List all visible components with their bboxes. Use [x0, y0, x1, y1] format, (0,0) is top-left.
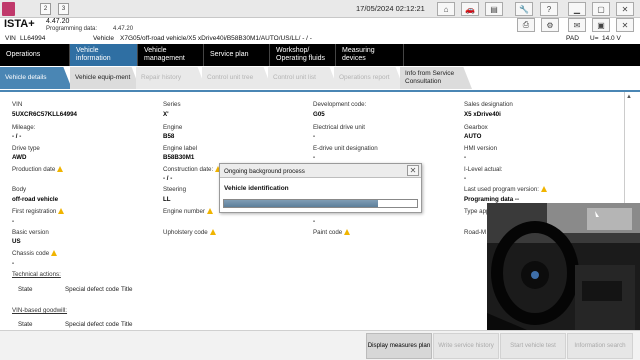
column-header-title[interactable]: Title [121, 286, 132, 293]
column-header-title[interactable]: Title [121, 321, 132, 328]
warning-icon [51, 250, 58, 256]
chassis-code-label: Chassis code [12, 250, 58, 257]
app-header: ISTA+ 4.47.20 Programming data: 4.47.20 ⎙… [0, 18, 640, 34]
tab-vehicle-information[interactable]: Vehicle information [70, 44, 138, 66]
column-header-defect-code[interactable]: Special defect code [65, 321, 119, 328]
vin-full: 5UXCR6C57KLL64994 [12, 111, 77, 118]
subtab-vehicle-equipment[interactable]: Vehicle equip-ment [70, 67, 140, 89]
vehicle-summary: X7G05/off-road vehicle/X5 xDrive40i/B58B… [120, 35, 312, 42]
scroll-up-icon[interactable]: ▲ [626, 94, 632, 100]
settings-icon[interactable]: ⚙ [541, 18, 559, 32]
construction-date-label: Construction date: [163, 166, 222, 173]
column-header-state[interactable]: State [18, 286, 32, 293]
close-icon[interactable]: ✕ [616, 2, 634, 16]
tab-workshop-fluids[interactable]: Workshop/ Operating fluids [270, 44, 336, 66]
wrench-icon[interactable]: 🔧 [515, 2, 533, 16]
programming-data: Programming data: 4.47.20 [46, 26, 134, 32]
information-search-button[interactable]: Information search [567, 333, 633, 359]
tab-vehicle-management[interactable]: Vehicle management [138, 44, 204, 66]
screenshot-icon[interactable]: ▣ [592, 18, 610, 32]
engine-number-label: Engine number [163, 208, 213, 215]
tab-operations[interactable]: Operations [0, 44, 70, 66]
car-icon[interactable]: 🚗 [461, 2, 479, 16]
process-label: Vehicle identification [224, 185, 289, 192]
write-service-history-button[interactable]: Write service history [433, 333, 499, 359]
mail-icon[interactable]: ✉ [568, 18, 586, 32]
subtab-control-unit-list[interactable]: Control unit list [268, 67, 338, 89]
title-bar: 2 3 17/05/2024 02:12:21 ⌂ 🚗 ▤ 🔧 ? ▁ ▢ ✕ [0, 0, 640, 18]
action-bar: Display measures plan Write service hist… [0, 330, 640, 360]
car-interior-image [487, 203, 640, 330]
background-process-dialog: Ongoing background process ✕ Vehicle ide… [219, 163, 422, 213]
warning-icon [58, 208, 65, 214]
progress-bar [223, 199, 418, 208]
maximize-icon[interactable]: ▢ [592, 2, 610, 16]
display-measures-plan-button[interactable]: Display measures plan [366, 333, 432, 359]
subtab-service-consultation[interactable]: Info from Service Consultation [400, 67, 472, 89]
warning-icon [57, 166, 64, 172]
subtab-operations-report[interactable]: Operations report [334, 67, 404, 89]
warning-icon [206, 208, 213, 214]
camera-overlay-image [487, 203, 640, 330]
close-icon[interactable]: ✕ [407, 165, 419, 176]
production-date-label: Production date [12, 166, 64, 173]
subtab-repair-history[interactable]: Repair history [136, 67, 206, 89]
book-icon[interactable]: ▤ [485, 2, 503, 16]
first-registration-label: First registration [12, 208, 65, 215]
upholstery-code-label: Upholstery code [163, 229, 216, 236]
vin-bar: VIN LL64994 Vehicle X7G05/off-road vehic… [5, 35, 621, 42]
subtab-vehicle-details[interactable]: Vehicle details [0, 67, 72, 89]
last-program-version-label: Last used program version: [464, 186, 547, 193]
dialog-title: Ongoing background process [220, 164, 421, 178]
vin-goodwill-title: VIN-based goodwill: [12, 307, 68, 314]
exit-icon[interactable]: ✕ [616, 18, 634, 32]
help-icon[interactable]: ? [540, 2, 558, 16]
battery-voltage: 14.0 V [602, 35, 621, 42]
app-name: ISTA+ [4, 18, 35, 30]
tab-measuring-devices[interactable]: Measuring devices [336, 44, 404, 66]
column-header-defect-code[interactable]: Special defect code [65, 286, 119, 293]
session-tab-2[interactable]: 2 [40, 3, 51, 15]
warning-icon [540, 186, 547, 192]
app-logo [2, 2, 15, 16]
session-tab-3[interactable]: 3 [58, 3, 69, 15]
progress-fill [224, 200, 379, 207]
tab-service-plan[interactable]: Service plan [204, 44, 270, 66]
app-version: 4.47.20 [46, 18, 70, 25]
technical-actions-title: Technical actions: [12, 271, 61, 278]
warning-icon [344, 229, 351, 235]
datetime: 17/05/2024 02:12:21 [356, 4, 425, 13]
home-icon[interactable]: ⌂ [437, 2, 455, 16]
vin-value: LL64994 [20, 35, 46, 42]
minimize-icon[interactable]: ▁ [568, 2, 586, 16]
main-navigation: Operations Vehicle information Vehicle m… [0, 44, 640, 66]
subtab-control-unit-tree[interactable]: Control unit tree [202, 67, 272, 89]
paint-code-label: Paint code [313, 229, 351, 236]
start-vehicle-test-button[interactable]: Start vehicle test [500, 333, 566, 359]
print-icon[interactable]: ⎙ [517, 18, 535, 32]
warning-icon [209, 229, 216, 235]
column-header-state[interactable]: State [18, 321, 32, 328]
sub-navigation: Vehicle details Vehicle equip-ment Repai… [0, 67, 640, 89]
